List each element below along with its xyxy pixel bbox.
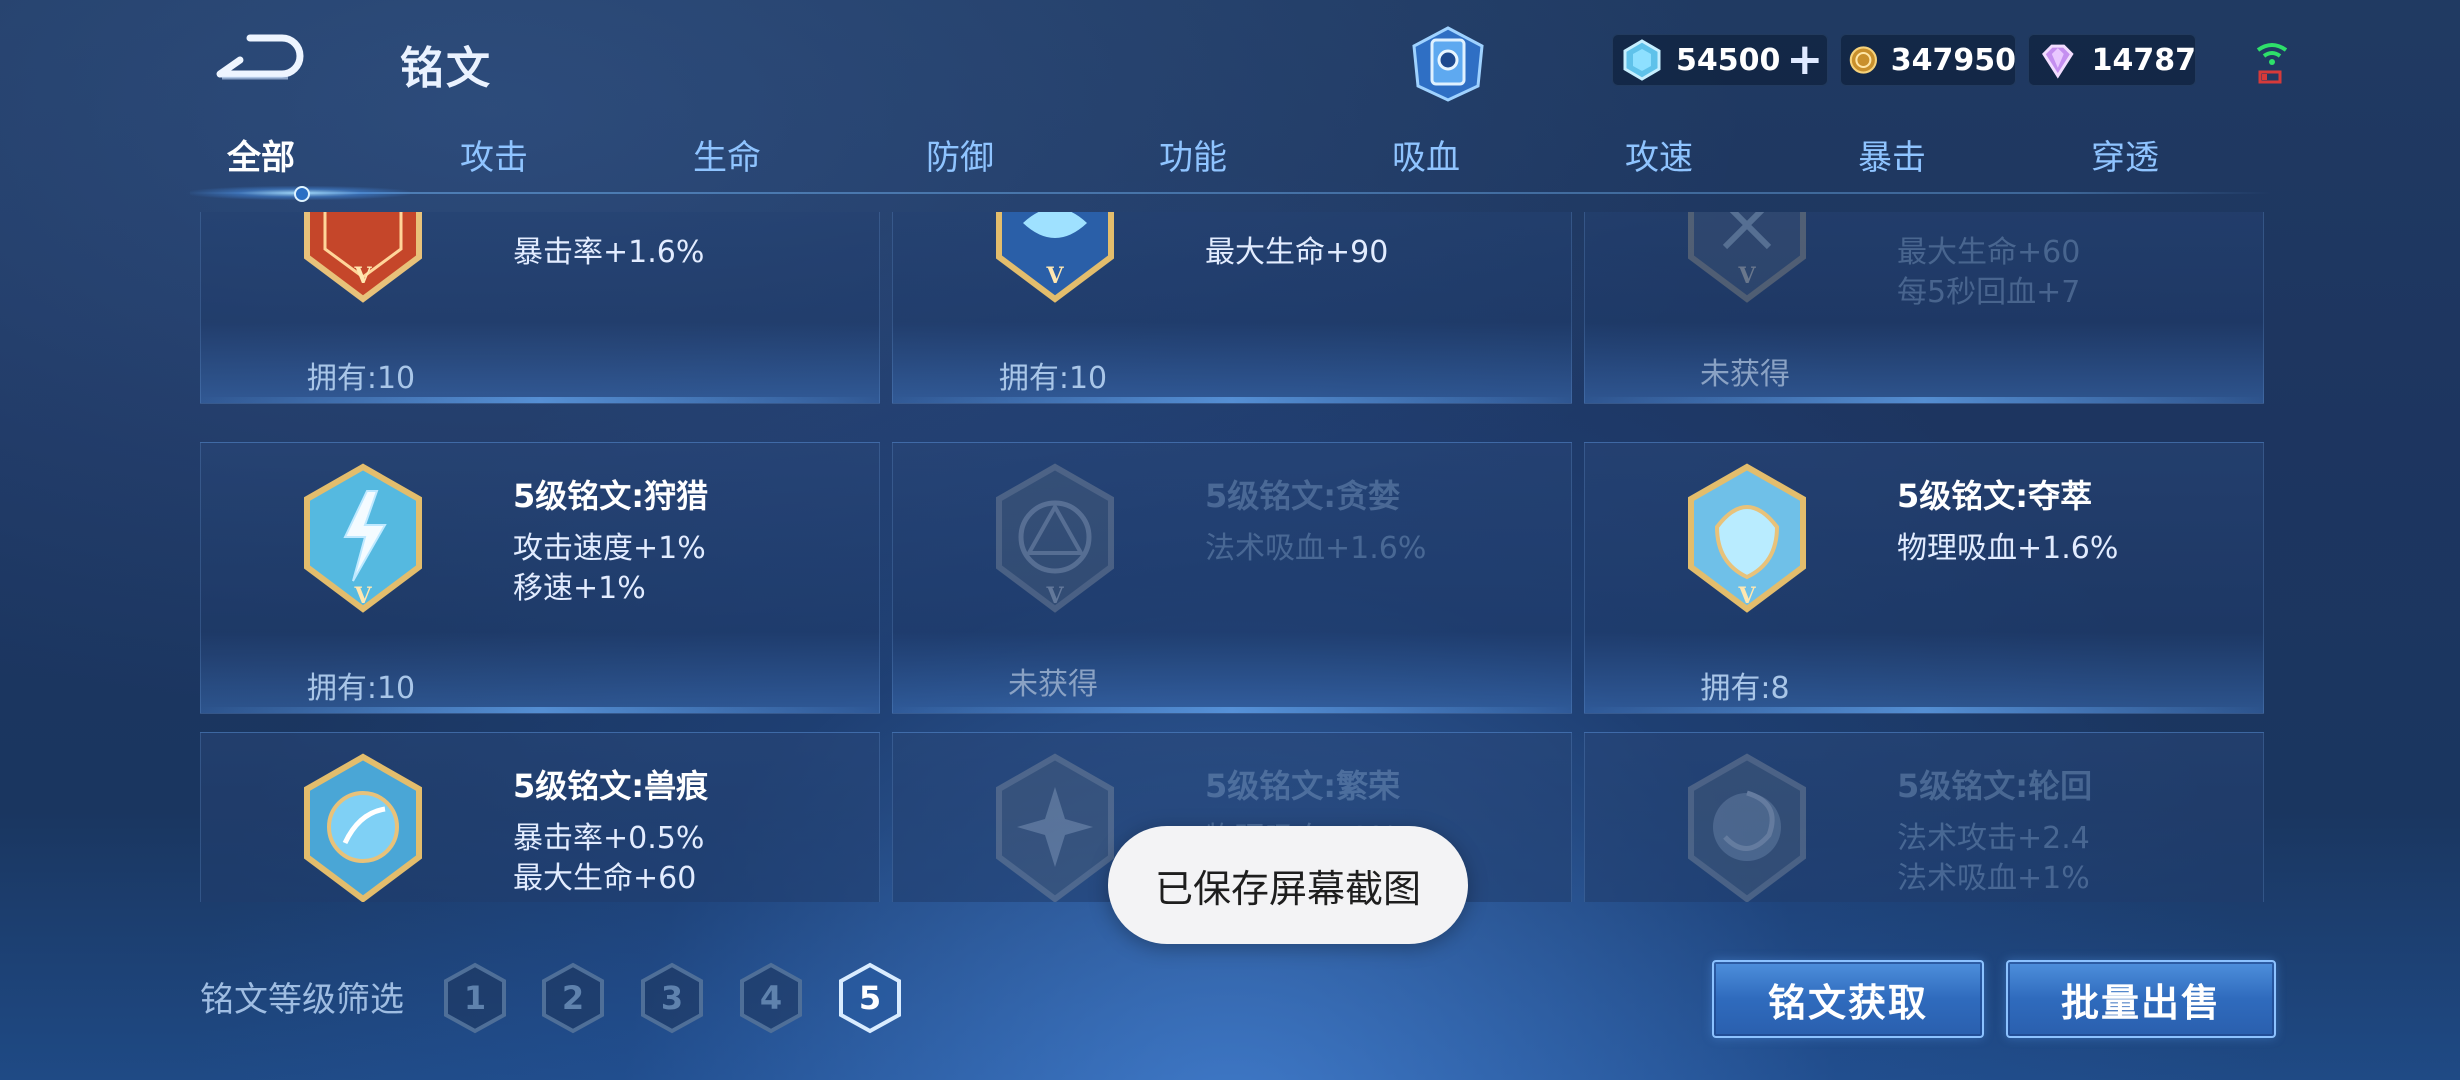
card-stat: 最大生命+60 [513, 861, 697, 896]
screenshot-saved-toast: 已保存屏幕截图 [1108, 826, 1468, 944]
gem-amount: 14787 [2091, 42, 2196, 78]
level-filter-1[interactable]: 1 [442, 962, 508, 1034]
card-name: 5级铭文:轮回 [1897, 767, 2093, 805]
rune-badge-icon: V [993, 463, 1117, 613]
inscription-card[interactable]: V 暴击率+1.6% 拥有:10 [200, 212, 880, 404]
owned-count: 未获得 [1700, 357, 1790, 392]
active-tab-indicator [294, 186, 310, 202]
inscription-card[interactable]: V 5级铭文:夺萃 物理吸血+1.6% 拥有:8 [1584, 442, 2264, 714]
owned-count: 拥有:10 [998, 361, 1108, 396]
tab-all[interactable]: 全部 [186, 130, 336, 179]
tab-lifesteal[interactable]: 吸血 [1351, 130, 1501, 179]
card-stat: 移速+1% [513, 571, 646, 606]
level-filter-5[interactable]: 5 [837, 962, 903, 1034]
svg-text:V: V [353, 583, 372, 609]
card-stat: 法术吸血+1.6% [1205, 531, 1427, 566]
card-name: 5级铭文:贪婪 [1205, 477, 1401, 515]
tab-attack[interactable]: 攻击 [419, 130, 569, 179]
level-filter-number: 5 [859, 979, 881, 1017]
owned-count: 拥有:10 [306, 671, 416, 706]
card-stat: 物理吸血+1.6% [1897, 531, 2119, 566]
rune-badge-icon [1685, 753, 1809, 902]
inscription-book-icon[interactable] [1408, 26, 1488, 102]
card-stat: 最大生命+90 [1205, 235, 1389, 270]
svg-text:V: V [1045, 583, 1064, 609]
diamond-currency: 54500 + [1612, 34, 1828, 86]
inscription-card[interactable]: 5级铭文:兽痕 暴击率+0.5% 最大生命+60 [200, 732, 880, 902]
card-stat: 法术吸血+1% [1897, 861, 2090, 896]
inscription-card[interactable]: V 最大生命+90 拥有:10 [892, 212, 1572, 404]
inscription-card[interactable]: 5级铭文:轮回 法术攻击+2.4 法术吸血+1% [1584, 732, 2264, 902]
svg-text:V: V [1737, 583, 1756, 609]
diamond-icon [1623, 39, 1661, 81]
tab-penetration[interactable]: 穿透 [2050, 130, 2200, 179]
gold-coin-icon [1849, 46, 1878, 74]
tab-health[interactable]: 生命 [652, 130, 802, 179]
svg-text:V: V [353, 263, 372, 289]
tab-attack-speed[interactable]: 攻速 [1584, 130, 1734, 179]
rune-badge-icon: V [993, 212, 1117, 303]
owned-count: 未获得 [1008, 667, 1098, 702]
add-diamond-icon[interactable]: + [1786, 38, 1823, 82]
inscription-card[interactable]: V 最大生命+60 每5秒回血+7 未获得 [1584, 212, 2264, 404]
gold-currency: 347950 [1840, 34, 2016, 86]
inscription-card[interactable]: V 5级铭文:狩猎 攻击速度+1% 移速+1% 拥有:10 [200, 442, 880, 714]
card-stat: 暴击率+0.5% [513, 821, 705, 856]
gold-amount: 347950 [1890, 42, 2016, 78]
diamond-amount: 54500 [1676, 42, 1781, 78]
card-stat: 每5秒回血+7 [1897, 275, 2081, 310]
card-stat: 法术攻击+2.4 [1897, 821, 2090, 856]
level-filter-2[interactable]: 2 [540, 962, 606, 1034]
card-name: 5级铭文:夺萃 [1897, 477, 2093, 515]
card-name: 5级铭文:繁荣 [1205, 767, 1401, 805]
card-stat: 暴击率+1.6% [513, 235, 705, 270]
card-stat: 最大生命+60 [1897, 235, 2081, 270]
rune-badge-icon [301, 753, 425, 902]
level-filter-number: 4 [760, 979, 782, 1017]
rune-badge-icon: V [1685, 463, 1809, 613]
card-name: 5级铭文:狩猎 [513, 477, 709, 515]
rune-badge-icon: V [301, 463, 425, 613]
tab-divider [186, 192, 2272, 194]
tab-defense[interactable]: 防御 [885, 130, 1035, 179]
level-filter-3[interactable]: 3 [639, 962, 705, 1034]
card-name: 5级铭文:兽痕 [513, 767, 709, 805]
bulk-sell-button[interactable]: 批量出售 [2006, 960, 2276, 1038]
level-filter-number: 1 [464, 979, 486, 1017]
get-inscription-button[interactable]: 铭文获取 [1712, 960, 1984, 1038]
owned-count: 拥有:10 [306, 361, 416, 396]
inscription-card[interactable]: V 5级铭文:贪婪 法术吸血+1.6% 未获得 [892, 442, 1572, 714]
level-filter-number: 2 [562, 979, 584, 1017]
rune-badge-icon: V [1685, 212, 1809, 303]
card-stat: 攻击速度+1% [513, 531, 706, 566]
level-filter-number: 3 [661, 979, 683, 1017]
svg-text:V: V [1045, 263, 1064, 289]
gem-currency: 14787 [2028, 34, 2196, 86]
tab-utility[interactable]: 功能 [1118, 130, 1268, 179]
back-button[interactable] [210, 30, 310, 86]
back-arrow-icon [216, 34, 304, 80]
inscription-grid: V 暴击率+1.6% 拥有:10 V 最大生命+90 拥有:10 V 最大生命+… [196, 212, 2266, 902]
rune-badge-icon: V [301, 212, 425, 303]
level-filter-label: 铭文等级筛选 [200, 980, 404, 1020]
page-title: 铭文 [400, 43, 492, 94]
svg-text:V: V [1737, 263, 1756, 289]
gem-icon [2042, 44, 2074, 79]
level-filter-4[interactable]: 4 [738, 962, 804, 1034]
status-wifi-battery-icon [2252, 38, 2292, 86]
rune-badge-icon [993, 753, 1117, 902]
owned-count: 拥有:8 [1700, 671, 1790, 706]
tab-crit[interactable]: 暴击 [1817, 130, 1967, 179]
